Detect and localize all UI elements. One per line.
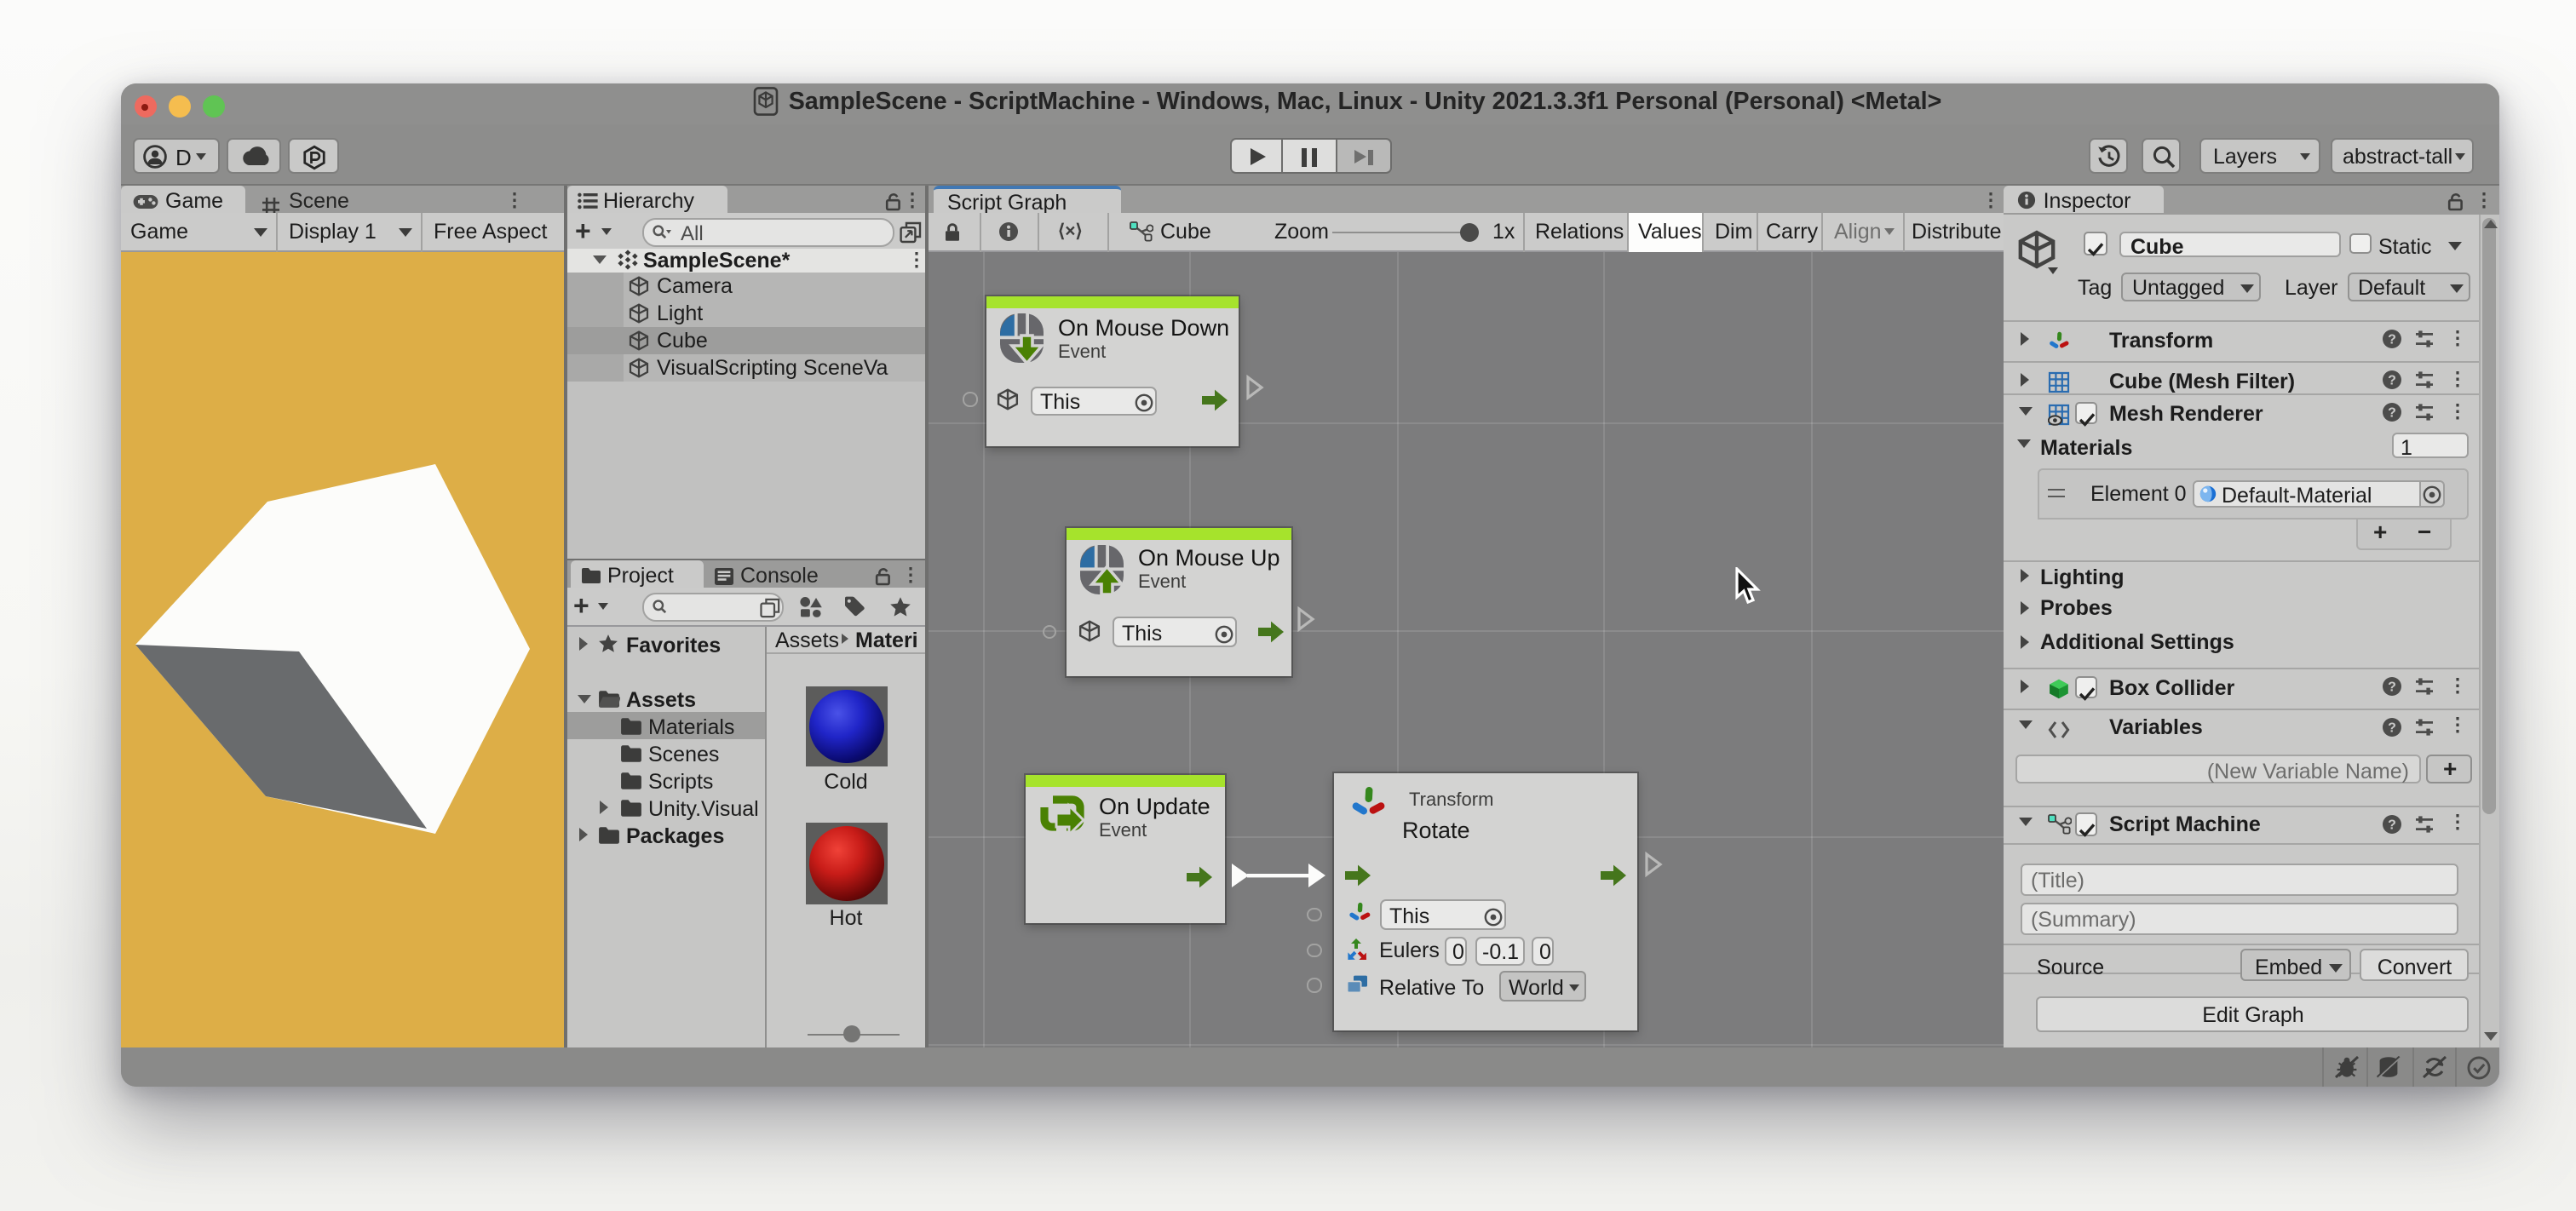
svg-text:?: ?: [2388, 333, 2396, 347]
svg-text:?: ?: [2388, 680, 2396, 695]
svg-text:?: ?: [2388, 374, 2396, 388]
svg-text:?: ?: [2388, 406, 2396, 421]
svg-text:?: ?: [2388, 720, 2396, 735]
svg-text:?: ?: [2388, 818, 2396, 832]
